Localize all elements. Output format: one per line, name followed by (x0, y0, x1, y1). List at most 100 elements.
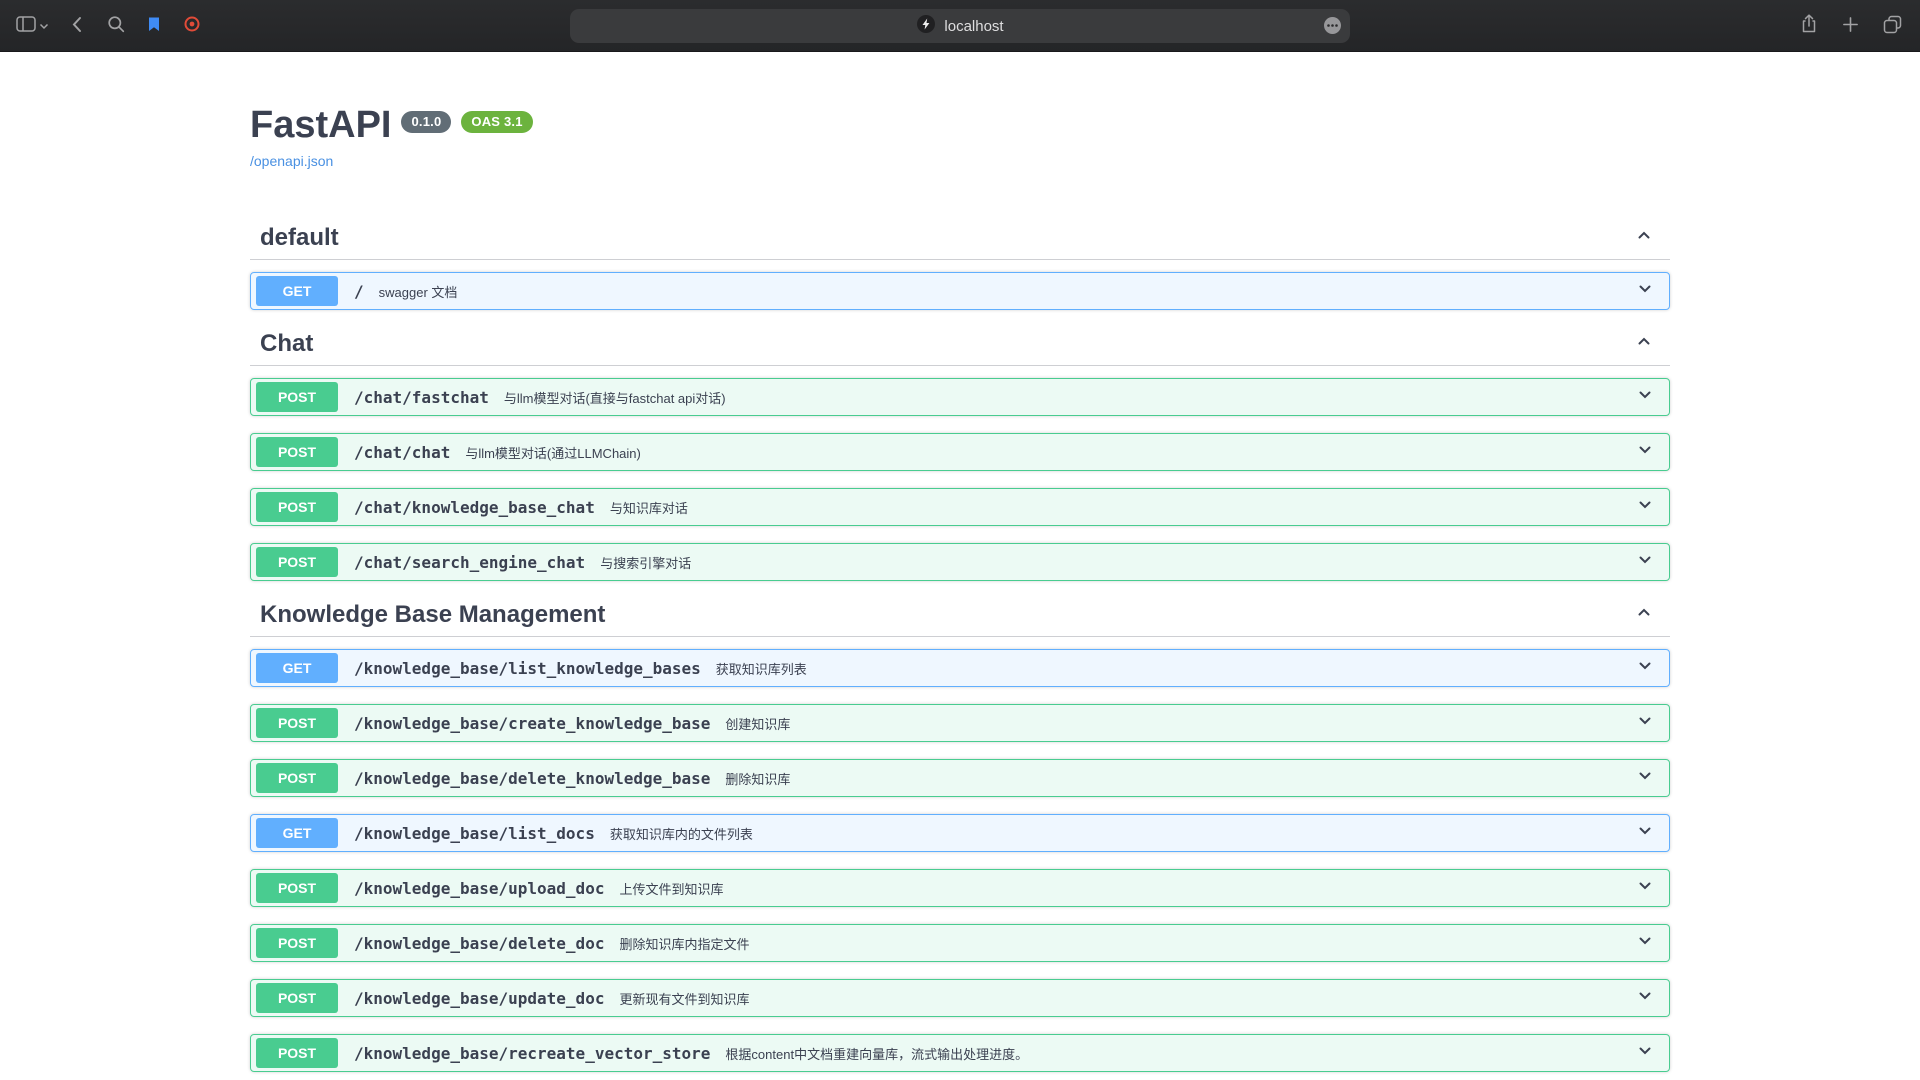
chevron-left-icon (69, 15, 87, 37)
endpoint-row[interactable]: POST /chat/search_engine_chat 与搜索引擎对话 (250, 543, 1670, 581)
record-extension-button[interactable] (181, 13, 203, 38)
endpoint-description: 删除知识库 (725, 769, 790, 788)
toolbar-left-group (14, 0, 203, 51)
version-badge: 0.1.0 (401, 111, 451, 133)
endpoint-path: /knowledge_base/recreate_vector_store (354, 1044, 710, 1063)
tabs-overview-button[interactable] (1881, 13, 1904, 39)
search-button[interactable] (105, 13, 127, 38)
chevron-down-icon (39, 18, 49, 33)
url-text: localhost (944, 18, 1003, 35)
api-tag-section: default GET / swagger 文档 (250, 221, 1670, 310)
endpoint-row[interactable]: GET /knowledge_base/list_docs 获取知识库内的文件列… (250, 814, 1670, 852)
method-badge: POST (256, 382, 338, 412)
endpoint-description: 与llm模型对话(通过LLMChain) (465, 443, 641, 462)
openapi-spec-link[interactable]: /openapi.json (250, 152, 333, 170)
sidebar-toggle-button[interactable] (14, 14, 51, 37)
endpoint-path: /chat/knowledge_base_chat (354, 498, 595, 517)
endpoint-row[interactable]: POST /knowledge_base/update_doc 更新现有文件到知… (250, 979, 1670, 1017)
record-icon (183, 15, 201, 36)
endpoint-row[interactable]: POST /knowledge_base/recreate_vector_sto… (250, 1034, 1670, 1072)
tag-header[interactable]: Chat (250, 327, 1670, 366)
expand-endpoint-icon[interactable] (1635, 656, 1655, 681)
site-favicon-icon (916, 14, 936, 39)
expand-endpoint-icon[interactable] (1635, 550, 1655, 575)
share-button[interactable] (1798, 12, 1820, 39)
search-icon (107, 15, 125, 36)
endpoint-description: swagger 文档 (379, 282, 458, 301)
endpoint-row[interactable]: POST /chat/fastchat 与llm模型对话(直接与fastchat… (250, 378, 1670, 416)
method-badge: POST (256, 873, 338, 903)
endpoint-description: 更新现有文件到知识库 (619, 989, 749, 1008)
address-bar[interactable]: localhost (570, 9, 1350, 43)
oas-badge: OAS 3.1 (461, 111, 532, 133)
method-badge: GET (256, 818, 338, 848)
expand-endpoint-icon[interactable] (1635, 385, 1655, 410)
tag-name: Knowledge Base Management (260, 600, 605, 630)
toolbar-right-group (1798, 0, 1904, 51)
tag-header[interactable]: Knowledge Base Management (250, 598, 1670, 637)
expand-endpoint-icon[interactable] (1635, 495, 1655, 520)
endpoint-path: /chat/chat (354, 443, 450, 462)
api-tag-section: Knowledge Base Management GET /knowledge… (250, 598, 1670, 1072)
collapse-section-icon[interactable] (1634, 329, 1654, 359)
endpoint-path: / (354, 282, 364, 301)
endpoint-path: /chat/fastchat (354, 388, 489, 407)
endpoint-row[interactable]: POST /knowledge_base/delete_knowledge_ba… (250, 759, 1670, 797)
sidebar-icon (16, 16, 36, 35)
endpoint-path: /knowledge_base/list_docs (354, 824, 595, 843)
back-button[interactable] (67, 13, 89, 39)
endpoint-path: /knowledge_base/list_knowledge_bases (354, 659, 701, 678)
method-badge: POST (256, 708, 338, 738)
endpoint-description: 删除知识库内指定文件 (619, 934, 749, 953)
method-badge: GET (256, 653, 338, 683)
method-badge: POST (256, 437, 338, 467)
endpoint-path: /knowledge_base/delete_doc (354, 934, 604, 953)
endpoint-description: 上传文件到知识库 (619, 879, 723, 898)
endpoint-description: 与llm模型对话(直接与fastchat api对话) (504, 388, 726, 407)
expand-endpoint-icon[interactable] (1635, 440, 1655, 465)
collapse-section-icon[interactable] (1634, 600, 1654, 630)
collapse-section-icon[interactable] (1634, 223, 1654, 253)
method-badge: POST (256, 1038, 338, 1068)
tabs-icon (1883, 15, 1902, 37)
operations-list: GET / swagger 文档 (250, 272, 1670, 310)
method-badge: POST (256, 763, 338, 793)
method-badge: POST (256, 492, 338, 522)
endpoint-row[interactable]: POST /chat/chat 与llm模型对话(通过LLMChain) (250, 433, 1670, 471)
endpoint-path: /chat/search_engine_chat (354, 553, 585, 572)
endpoint-path: /knowledge_base/upload_doc (354, 879, 604, 898)
expand-endpoint-icon[interactable] (1635, 986, 1655, 1011)
swagger-content: FastAPI 0.1.0 OAS 3.1 /openapi.json defa… (250, 52, 1670, 1072)
expand-endpoint-icon[interactable] (1635, 1041, 1655, 1066)
endpoint-description: 与搜索引擎对话 (600, 553, 691, 572)
api-title: FastAPI 0.1.0 OAS 3.1 (250, 104, 1670, 146)
share-icon (1800, 14, 1818, 37)
expand-endpoint-icon[interactable] (1635, 931, 1655, 956)
expand-endpoint-icon[interactable] (1635, 766, 1655, 791)
endpoint-description: 与知识库对话 (610, 498, 688, 517)
expand-endpoint-icon[interactable] (1635, 821, 1655, 846)
extensions-menu-icon[interactable] (1323, 16, 1342, 40)
expand-endpoint-icon[interactable] (1635, 711, 1655, 736)
endpoint-row[interactable]: POST /knowledge_base/create_knowledge_ba… (250, 704, 1670, 742)
endpoint-description: 获取知识库列表 (716, 659, 807, 678)
endpoint-description: 创建知识库 (725, 714, 790, 733)
endpoint-description: 获取知识库内的文件列表 (610, 824, 753, 843)
tag-header[interactable]: default (250, 221, 1670, 260)
api-sections: default GET / swagger 文档 Chat (250, 221, 1670, 1072)
tag-name: Chat (260, 329, 313, 359)
method-badge: POST (256, 547, 338, 577)
new-tab-button[interactable] (1840, 14, 1861, 38)
browser-toolbar: localhost (0, 0, 1920, 52)
endpoint-row[interactable]: POST /knowledge_base/delete_doc 删除知识库内指定… (250, 924, 1670, 962)
operations-list: POST /chat/fastchat 与llm模型对话(直接与fastchat… (250, 378, 1670, 581)
endpoint-row[interactable]: GET / swagger 文档 (250, 272, 1670, 310)
endpoint-row[interactable]: GET /knowledge_base/list_knowledge_bases… (250, 649, 1670, 687)
bookmark-extension-button[interactable] (143, 13, 165, 38)
expand-endpoint-icon[interactable] (1635, 876, 1655, 901)
endpoint-row[interactable]: POST /knowledge_base/upload_doc 上传文件到知识库 (250, 869, 1670, 907)
expand-endpoint-icon[interactable] (1635, 279, 1655, 304)
api-tag-section: Chat POST /chat/fastchat 与llm模型对话(直接与fas… (250, 327, 1670, 581)
tag-name: default (260, 223, 339, 253)
endpoint-row[interactable]: POST /chat/knowledge_base_chat 与知识库对话 (250, 488, 1670, 526)
